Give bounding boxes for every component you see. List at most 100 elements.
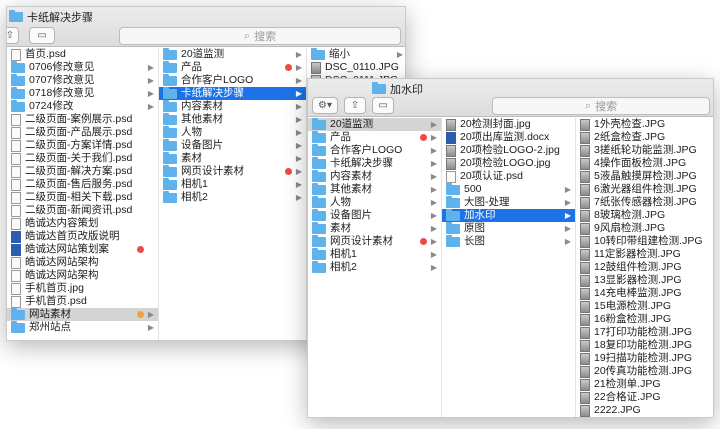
- list-item[interactable]: DSC_0110.JPG: [307, 61, 405, 74]
- list-item[interactable]: 4操作面板检测.JPG: [576, 157, 713, 170]
- list-item[interactable]: 7纸张传感器检测.JPG: [576, 196, 713, 209]
- list-item[interactable]: 16粉盒检测.JPG: [576, 313, 713, 326]
- list-item[interactable]: 内容素材 ▶: [159, 99, 306, 113]
- list-item[interactable]: 11定影器检测.JPG: [576, 248, 713, 261]
- list-item[interactable]: 9风扇检测.JPG: [576, 222, 713, 235]
- item-label: 2纸盒检查.JPG: [594, 131, 666, 143]
- list-item[interactable]: 1外壳检查.JPG: [576, 118, 713, 131]
- list-item[interactable]: 8玻璃检测.JPG: [576, 209, 713, 222]
- list-item[interactable]: 13显影器检测.JPG: [576, 274, 713, 287]
- list-item[interactable]: 人物 ▶: [159, 125, 306, 139]
- list-item[interactable]: 加水印 ▶: [442, 208, 575, 222]
- item-label: 二级页面-解决方案.psd: [25, 165, 133, 177]
- list-item[interactable]: 二级页面-售后服务.psd: [7, 178, 158, 191]
- list-item[interactable]: 产品 ▶: [308, 130, 441, 144]
- list-item[interactable]: 素材 ▶: [159, 151, 306, 165]
- list-item[interactable]: 20道监测 ▶: [308, 118, 441, 131]
- list-item[interactable]: 二级页面-相关下载.psd: [7, 191, 158, 204]
- list-item[interactable]: 21检测单.JPG: [576, 378, 713, 391]
- list-item[interactable]: 0706修改意见 ▶: [7, 60, 158, 74]
- list-item[interactable]: 22合格证.JPG: [576, 391, 713, 404]
- list-item[interactable]: 内容素材 ▶: [308, 169, 441, 183]
- item-label: 20道监测: [330, 118, 374, 130]
- item-label: 6激光器组件检测.JPG: [594, 183, 697, 195]
- window-title-label: 卡纸解决步骤: [27, 12, 93, 24]
- list-item[interactable]: 其他素材 ▶: [159, 112, 306, 126]
- list-item[interactable]: 二级页面-产品展示.psd: [7, 126, 158, 139]
- list-item[interactable]: 产品 ▶: [159, 60, 306, 74]
- list-item[interactable]: 首页.psd: [7, 48, 158, 61]
- list-item[interactable]: 0707修改意见 ▶: [7, 73, 158, 87]
- share-button[interactable]: ⇧: [7, 27, 19, 44]
- list-item[interactable]: 长图 ▶: [442, 234, 575, 248]
- list-item[interactable]: 手机首页.jpg: [7, 282, 158, 295]
- list-item[interactable]: 二级页面-新闻资讯.psd: [7, 204, 158, 217]
- list-item[interactable]: 网页设计素材 ▶: [308, 234, 441, 248]
- list-item[interactable]: 0724修改 ▶: [7, 99, 158, 113]
- share-button[interactable]: ⇧: [344, 97, 366, 114]
- list-item[interactable]: 手机首页.psd: [7, 295, 158, 308]
- list-item[interactable]: 卡纸解决步骤 ▶: [159, 86, 306, 100]
- list-item[interactable]: 相机1 ▶: [308, 247, 441, 261]
- search-placeholder: 搜索: [595, 101, 618, 113]
- list-item[interactable]: 2222.JPG: [576, 404, 713, 417]
- list-item[interactable]: 皓诚达首页改版说明: [7, 230, 158, 243]
- list-item[interactable]: 17打印功能检测.JPG: [576, 326, 713, 339]
- chevron-right-icon: ▶: [430, 159, 437, 168]
- list-item[interactable]: 3搓纸轮功能监测.JPG: [576, 144, 713, 157]
- item-label: 8玻璃检测.JPG: [594, 209, 666, 221]
- list-item[interactable]: 相机2 ▶: [159, 190, 306, 204]
- list-item[interactable]: 设备图片 ▶: [159, 138, 306, 152]
- list-item[interactable]: 皓诚达网站策划案: [7, 243, 158, 256]
- list-item[interactable]: 20道监测 ▶: [159, 48, 306, 61]
- list-item[interactable]: 相机1 ▶: [159, 177, 306, 191]
- list-item[interactable]: 其他素材 ▶: [308, 182, 441, 196]
- list-item[interactable]: 大图-处理 ▶: [442, 195, 575, 209]
- list-item[interactable]: 15电源检测.JPG: [576, 300, 713, 313]
- list-item[interactable]: 20传真功能检测.JPG: [576, 365, 713, 378]
- list-item[interactable]: 14充电棒监测.JPG: [576, 287, 713, 300]
- list-item[interactable]: 皓诚达内容策划: [7, 217, 158, 230]
- list-item[interactable]: 20项出库监测.docx: [442, 131, 575, 144]
- list-item[interactable]: 10转印带组建检测.JPG: [576, 235, 713, 248]
- folder-icon: [312, 247, 326, 260]
- list-item[interactable]: 0718修改意见 ▶: [7, 86, 158, 100]
- list-item[interactable]: 素材 ▶: [308, 221, 441, 235]
- folder-icon: [446, 208, 460, 221]
- action-gear-button[interactable]: ⚙▾: [312, 97, 338, 114]
- list-item[interactable]: 5液晶触摸屏检测.JPG: [576, 170, 713, 183]
- list-item[interactable]: 18复印功能检测.JPG: [576, 339, 713, 352]
- list-item[interactable]: 二级页面-关于我们.psd: [7, 152, 158, 165]
- list-item[interactable]: 20项认证.psd: [442, 170, 575, 183]
- list-item[interactable]: 皓诚达网站架构: [7, 269, 158, 282]
- list-item[interactable]: 6激光器组件检测.JPG: [576, 183, 713, 196]
- search-field[interactable]: ⌕ 搜索: [119, 27, 401, 45]
- list-item[interactable]: 相机2 ▶: [308, 260, 441, 274]
- list-item[interactable]: 20项检验LOGO-2.jpg: [442, 144, 575, 157]
- list-item[interactable]: 12鼓组件检测.JPG: [576, 261, 713, 274]
- list-item[interactable]: 合作客户LOGO ▶: [308, 143, 441, 157]
- list-item[interactable]: 郑州站点 ▶: [7, 320, 158, 334]
- list-item[interactable]: 合作客户LOGO ▶: [159, 73, 306, 87]
- list-item[interactable]: 20项检验LOGO.jpg: [442, 157, 575, 170]
- tag-button[interactable]: ▭: [29, 27, 55, 44]
- list-item[interactable]: 皓诚达网站架构: [7, 256, 158, 269]
- folder-icon: [11, 99, 25, 112]
- list-item[interactable]: 500 ▶: [442, 182, 575, 196]
- list-item[interactable]: 19扫描功能检测.JPG: [576, 352, 713, 365]
- list-item[interactable]: 二级页面-方案详情.psd: [7, 139, 158, 152]
- tag-button[interactable]: ▭: [372, 97, 394, 114]
- list-item[interactable]: 卡纸解决步骤 ▶: [308, 156, 441, 170]
- search-field[interactable]: ⌕ 搜索: [492, 97, 710, 115]
- list-item[interactable]: 人物 ▶: [308, 195, 441, 209]
- list-item[interactable]: 原图 ▶: [442, 221, 575, 235]
- list-item[interactable]: 设备图片 ▶: [308, 208, 441, 222]
- list-item[interactable]: 网页设计素材 ▶: [159, 164, 306, 178]
- list-item[interactable]: 二级页面-解决方案.psd: [7, 165, 158, 178]
- item-label: 相机2: [330, 261, 357, 273]
- list-item[interactable]: 缩小 ▶: [307, 48, 405, 61]
- list-item[interactable]: 2纸盒检查.JPG: [576, 131, 713, 144]
- list-item[interactable]: 20检测封面.jpg: [442, 118, 575, 131]
- list-item[interactable]: 二级页面-案例展示.psd: [7, 113, 158, 126]
- list-item[interactable]: 网站素材 ▶: [7, 307, 158, 321]
